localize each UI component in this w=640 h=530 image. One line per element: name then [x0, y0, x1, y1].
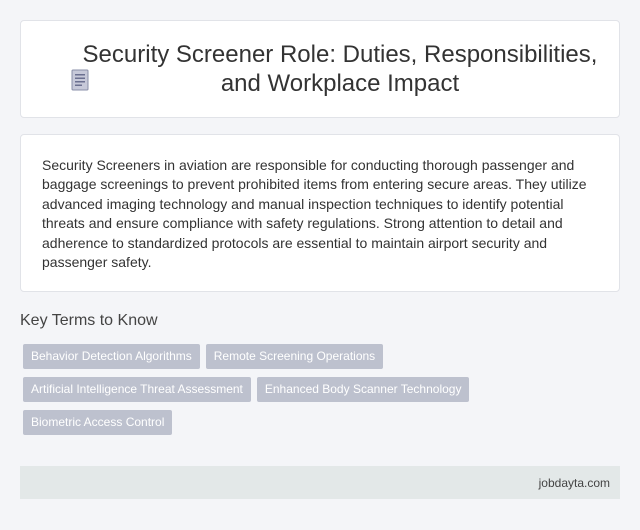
tag-body-scanner[interactable]: Enhanced Body Scanner Technology [256, 377, 470, 402]
footer-site-link[interactable]: jobdayta.com [539, 476, 610, 490]
tag-biometric-access[interactable]: Biometric Access Control [23, 410, 173, 435]
tag-behavior-detection[interactable]: Behavior Detection Algorithms [23, 344, 200, 369]
key-terms-tags: Behavior Detection Algorithms Remote Scr… [23, 344, 603, 443]
header-card: Security Screener Role: Duties, Responsi… [20, 20, 620, 118]
key-terms-heading: Key Terms to Know [20, 312, 158, 329]
document-icon [71, 69, 89, 91]
footer: jobdayta.com [20, 466, 620, 499]
tag-remote-screening[interactable]: Remote Screening Operations [205, 344, 384, 369]
summary-card: Security Screeners in aviation are respo… [20, 134, 620, 292]
summary-text: Security Screeners in aviation are respo… [42, 157, 587, 271]
page-title: Security Screener Role: Duties, Responsi… [82, 41, 598, 97]
tag-ai-threat-assessment[interactable]: Artificial Intelligence Threat Assessmen… [23, 377, 251, 402]
